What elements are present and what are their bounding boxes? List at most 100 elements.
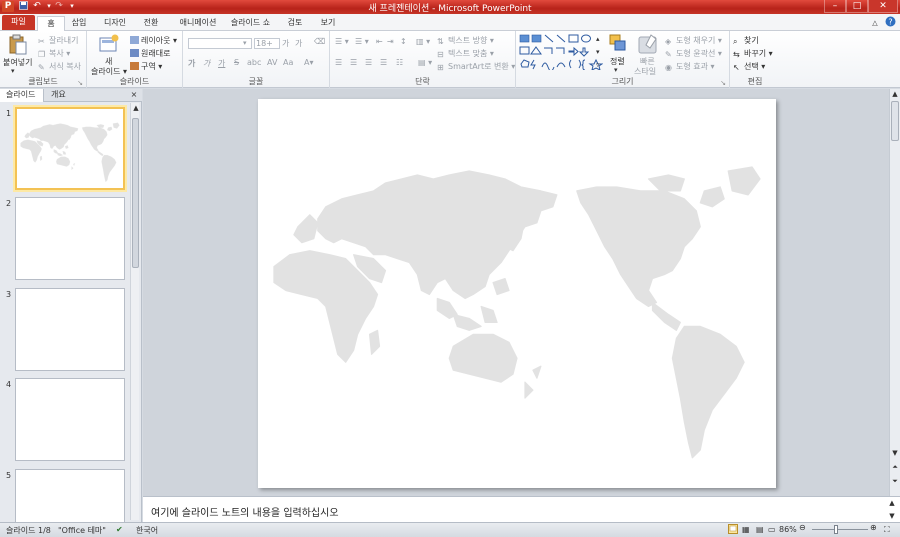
slide-scrollbar[interactable]: ▲ ▼ ⏶ ⏷ — [889, 89, 900, 496]
scroll-down-icon[interactable]: ▼ — [890, 449, 900, 458]
slide-sorter-icon[interactable]: ▦ — [742, 525, 750, 534]
notes-placeholder[interactable]: 여기에 슬라이드 노트의 내용을 입력하십시오 — [151, 504, 339, 519]
change-case-button[interactable]: Aa — [283, 58, 293, 67]
slide-thumbnail-5[interactable] — [15, 469, 125, 522]
close-button[interactable]: ✕ — [868, 0, 898, 13]
shapes-gallery[interactable] — [519, 34, 604, 73]
paste-icon[interactable] — [8, 34, 28, 59]
shape-fill-button[interactable]: ◈ 도형 채우기 ▾ — [665, 35, 722, 46]
layout-button[interactable]: 레이아웃 ▾ — [130, 35, 177, 46]
panel-scroll-thumb[interactable] — [132, 118, 139, 268]
zoom-level[interactable]: 86% — [779, 525, 797, 534]
columns-icon[interactable]: ▥ ▾ — [416, 37, 430, 46]
tab-animations[interactable]: 애니메이션 — [173, 16, 223, 31]
shrink-font-icon[interactable]: 가 — [295, 38, 302, 49]
fit-to-window-icon[interactable]: ⛶ — [884, 525, 890, 535]
format-painter-button[interactable]: ✎ 서식 복사 — [38, 61, 81, 72]
increase-indent-icon[interactable]: ⇥ — [387, 37, 394, 46]
maximize-button[interactable]: □ — [846, 0, 868, 13]
distribute-icon[interactable]: ☷ — [396, 58, 403, 67]
align-center-icon[interactable]: ☰ — [350, 58, 357, 67]
paste-dropdown-icon[interactable]: ▾ — [11, 67, 15, 75]
align-left-icon[interactable]: ☰ — [335, 58, 342, 67]
align-right-icon[interactable]: ☰ — [365, 58, 372, 67]
theme-name[interactable]: "Office 테마" — [58, 525, 106, 536]
font-name-dropdown-icon[interactable]: ▾ — [243, 39, 247, 47]
next-slide-icon[interactable]: ⏷ — [890, 477, 900, 486]
replace-button[interactable]: ⇆ 바꾸기 ▾ — [733, 48, 773, 59]
slide-thumbnail-4[interactable] — [15, 378, 125, 461]
find-button[interactable]: ⌕ 찾기 — [733, 35, 759, 46]
arrange-icon[interactable] — [609, 34, 627, 55]
notes-scroll-up-icon[interactable]: ▲ — [887, 499, 897, 508]
tab-file[interactable]: 파일 — [2, 15, 35, 30]
copy-button[interactable]: ❐ 복사 ▾ — [38, 48, 70, 59]
tab-slideshow[interactable]: 슬라이드 쇼 — [228, 16, 273, 31]
arrange-dropdown-icon[interactable]: ▾ — [614, 66, 618, 74]
notes-scroll-down-icon[interactable]: ▼ — [887, 512, 897, 521]
align-text-button[interactable]: ⊟ 텍스트 맞춤 ▾ — [437, 48, 494, 59]
drawing-launcher-icon[interactable]: ↘ — [720, 79, 726, 87]
shapes-scroll-up-icon[interactable]: ▴ — [596, 35, 600, 43]
underline-button[interactable]: 가 — [218, 58, 225, 69]
zoom-slider-thumb[interactable] — [834, 525, 838, 534]
scroll-up-icon[interactable]: ▲ — [890, 90, 900, 99]
tab-insert[interactable]: 삽입 — [68, 16, 90, 31]
tab-transitions[interactable]: 전환 — [140, 16, 162, 31]
slide-thumbnail-3[interactable] — [15, 288, 125, 371]
text-shadow-button[interactable]: abc — [247, 58, 261, 67]
line-spacing-icon[interactable]: ↕ — [400, 37, 407, 46]
smartart-button[interactable]: ⊞ SmartArt로 변환 ▾ — [437, 61, 515, 72]
char-spacing-button[interactable]: AV — [267, 58, 277, 67]
help-icon[interactable]: ? — [884, 16, 896, 31]
select-button[interactable]: ↖ 선택 ▾ — [733, 61, 765, 72]
tab-home[interactable]: 홈 — [37, 16, 65, 32]
reading-view-icon[interactable]: ▤ — [756, 525, 764, 534]
shape-effects-button[interactable]: ◉ 도형 효과 ▾ — [665, 61, 715, 72]
italic-button[interactable]: 가 — [203, 58, 210, 69]
language-indicator[interactable]: 한국어 — [136, 525, 158, 536]
slide-thumbnail-2[interactable] — [15, 197, 125, 280]
justify-icon[interactable]: ☰ — [380, 58, 387, 67]
zoom-in-icon[interactable]: ⊕ — [870, 523, 877, 532]
clipboard-launcher-icon[interactable]: ↘ — [77, 79, 83, 87]
panel-scrollbar[interactable]: ▲ — [130, 103, 139, 520]
new-slide-icon[interactable] — [98, 34, 120, 57]
spellcheck-icon[interactable]: ✔ — [116, 525, 123, 534]
numbering-icon[interactable]: ☰ ▾ — [355, 37, 369, 46]
columns-menu-icon[interactable]: ▤ ▾ — [418, 58, 432, 67]
bullets-icon[interactable]: ☰ ▾ — [335, 37, 349, 46]
minimize-button[interactable]: – — [824, 0, 846, 13]
bold-button[interactable]: 가 — [188, 58, 195, 69]
zoom-out-icon[interactable]: ⊖ — [799, 523, 806, 532]
font-color-icon[interactable]: A▾ — [304, 58, 314, 67]
cut-button[interactable]: ✂ 잘라내기 — [38, 35, 78, 46]
shape-outline-button[interactable]: ✎ 도형 윤곽선 ▾ — [665, 48, 722, 59]
current-slide[interactable] — [258, 99, 776, 488]
decrease-indent-icon[interactable]: ⇤ — [376, 37, 383, 46]
grow-font-icon[interactable]: 가 — [282, 38, 289, 49]
shapes-scroll-down-icon[interactable]: ▾ — [596, 48, 600, 56]
tab-outline[interactable]: 개요 — [45, 89, 85, 102]
scroll-up-icon[interactable]: ▲ — [131, 104, 141, 113]
ribbon-collapse-icon[interactable]: △ — [870, 16, 880, 31]
previous-slide-icon[interactable]: ⏶ — [890, 463, 900, 472]
slide-scroll-thumb[interactable] — [891, 101, 899, 141]
normal-view-icon[interactable] — [728, 524, 738, 536]
zoom-slider-track[interactable] — [812, 529, 868, 530]
slide-thumbnail-1[interactable] — [15, 107, 125, 190]
tab-design[interactable]: 디자인 — [100, 16, 130, 31]
close-panel-icon[interactable]: × — [128, 89, 140, 102]
reset-button[interactable]: 원래대로 — [130, 48, 170, 59]
shapes-more-icon[interactable]: ▿ — [596, 61, 600, 69]
quick-styles-icon[interactable] — [637, 33, 659, 58]
tab-view[interactable]: 보기 — [317, 16, 339, 31]
section-button[interactable]: 구역 ▾ — [130, 61, 162, 72]
slideshow-view-icon[interactable]: ▭ — [768, 525, 776, 534]
tab-slides[interactable]: 슬라이드 — [0, 89, 44, 102]
strikethrough-button[interactable]: S — [234, 58, 239, 67]
text-direction-button[interactable]: ⇅ 텍스트 방향 ▾ — [437, 35, 494, 46]
clear-format-icon[interactable]: ⌫ — [314, 37, 325, 46]
paste-button[interactable]: 붙여넣기 — [3, 57, 32, 68]
notes-pane[interactable]: 여기에 슬라이드 노트의 내용을 입력하십시오 ▲ ▼ — [143, 496, 900, 522]
